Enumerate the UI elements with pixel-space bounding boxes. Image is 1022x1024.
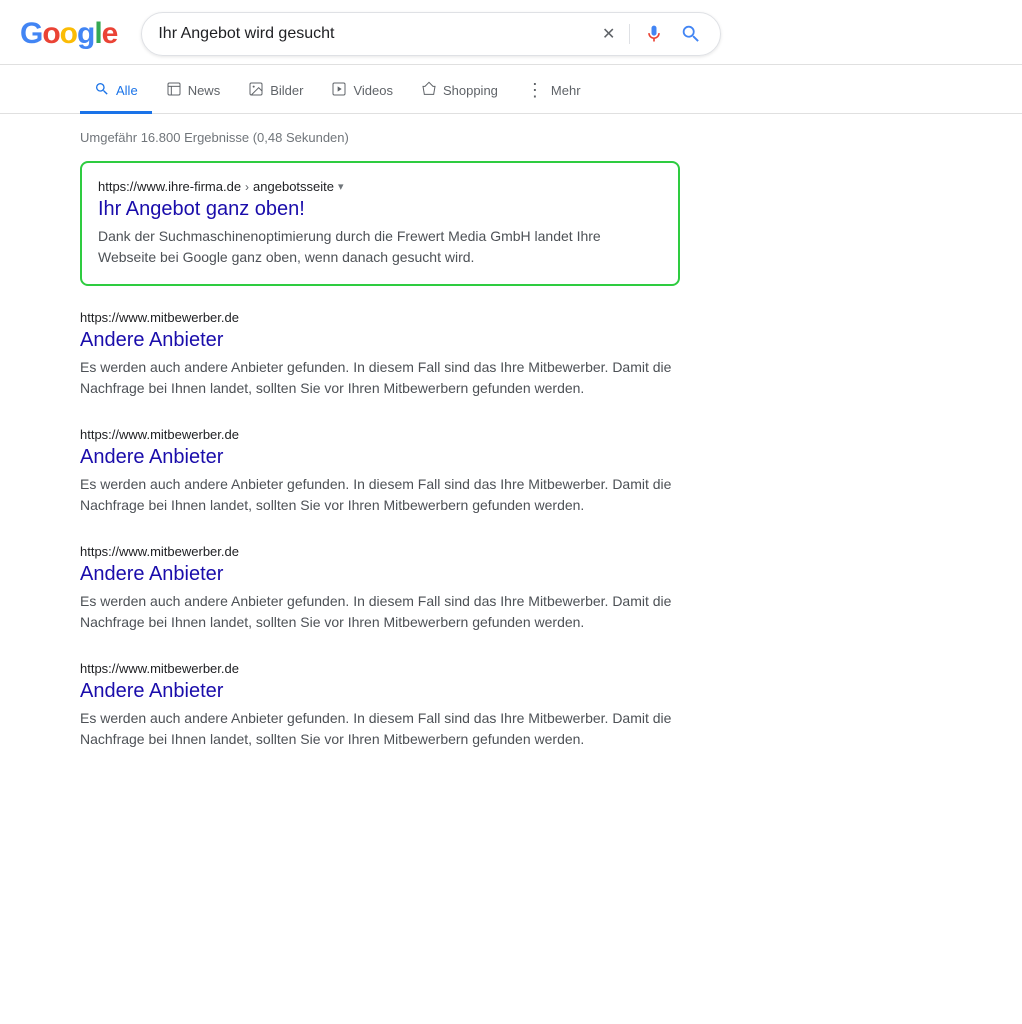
result-title-3[interactable]: Andere Anbieter [80, 678, 680, 704]
result-description-2: Es werden auch andere Anbieter gefunden.… [80, 591, 680, 633]
result-item: https://www.mitbewerber.de Andere Anbiet… [80, 544, 680, 633]
videos-icon [331, 81, 347, 101]
result-description-0: Es werden auch andere Anbieter gefunden.… [80, 357, 680, 399]
results-area: Umgefähr 16.800 Ergebnisse (0,48 Sekunde… [0, 114, 760, 794]
result-url-1: https://www.mitbewerber.de [80, 427, 680, 442]
shopping-icon [421, 81, 437, 101]
featured-dropdown-icon[interactable]: ▾ [338, 180, 344, 193]
tab-alle[interactable]: Alle [80, 71, 152, 114]
search-input[interactable] [158, 25, 592, 43]
mehr-icon: ⋮ [526, 80, 545, 101]
bilder-icon [248, 81, 264, 101]
result-item: https://www.mitbewerber.de Andere Anbiet… [80, 661, 680, 750]
result-description-3: Es werden auch andere Anbieter gefunden.… [80, 708, 680, 750]
result-url-2: https://www.mitbewerber.de [80, 544, 680, 559]
google-logo: Google [20, 17, 117, 51]
result-title-0[interactable]: Andere Anbieter [80, 327, 680, 353]
news-icon [166, 81, 182, 101]
tab-mehr[interactable]: ⋮ Mehr [512, 70, 595, 114]
mic-button[interactable] [642, 22, 666, 46]
result-item: https://www.mitbewerber.de Andere Anbiet… [80, 427, 680, 516]
tab-shopping[interactable]: Shopping [407, 71, 512, 114]
tab-news[interactable]: News [152, 71, 235, 114]
chevron-separator: › [245, 180, 249, 194]
featured-result: https://www.ihre-firma.de › angebotsseit… [80, 161, 680, 286]
alle-icon [94, 81, 110, 101]
tab-alle-label: Alle [116, 83, 138, 98]
nav-tabs: Alle News Bilder Videos Shopping ⋮ Mehr [0, 65, 1022, 114]
search-button[interactable] [678, 21, 704, 47]
featured-url: https://www.ihre-firma.de › angebotsseit… [98, 179, 662, 194]
tab-videos-label: Videos [353, 83, 393, 98]
search-bar: ✕ [141, 12, 721, 56]
featured-url-path: angebotsseite [253, 179, 334, 194]
result-url-text-3: https://www.mitbewerber.de [80, 661, 239, 676]
tab-bilder[interactable]: Bilder [234, 71, 317, 114]
tab-shopping-label: Shopping [443, 83, 498, 98]
divider [629, 24, 630, 44]
tab-bilder-label: Bilder [270, 83, 303, 98]
result-url-0: https://www.mitbewerber.de [80, 310, 680, 325]
result-url-text-2: https://www.mitbewerber.de [80, 544, 239, 559]
result-description-1: Es werden auch andere Anbieter gefunden.… [80, 474, 680, 516]
tab-news-label: News [188, 83, 221, 98]
result-url-text-0: https://www.mitbewerber.de [80, 310, 239, 325]
tab-mehr-label: Mehr [551, 83, 581, 98]
tab-videos[interactable]: Videos [317, 71, 407, 114]
result-title-2[interactable]: Andere Anbieter [80, 561, 680, 587]
results-count: Umgefähr 16.800 Ergebnisse (0,48 Sekunde… [80, 130, 680, 145]
search-bar-icons: ✕ [600, 21, 704, 47]
clear-button[interactable]: ✕ [600, 22, 617, 46]
featured-url-text: https://www.ihre-firma.de [98, 179, 241, 194]
result-url-text-1: https://www.mitbewerber.de [80, 427, 239, 442]
result-item: https://www.mitbewerber.de Andere Anbiet… [80, 310, 680, 399]
regular-results: https://www.mitbewerber.de Andere Anbiet… [80, 310, 680, 750]
search-icon [680, 23, 702, 45]
result-url-3: https://www.mitbewerber.de [80, 661, 680, 676]
featured-description: Dank der Suchmaschinenoptimierung durch … [98, 226, 662, 268]
mic-icon [644, 24, 664, 44]
featured-title[interactable]: Ihr Angebot ganz oben! [98, 196, 662, 222]
header: Google ✕ [0, 0, 1022, 65]
result-title-1[interactable]: Andere Anbieter [80, 444, 680, 470]
